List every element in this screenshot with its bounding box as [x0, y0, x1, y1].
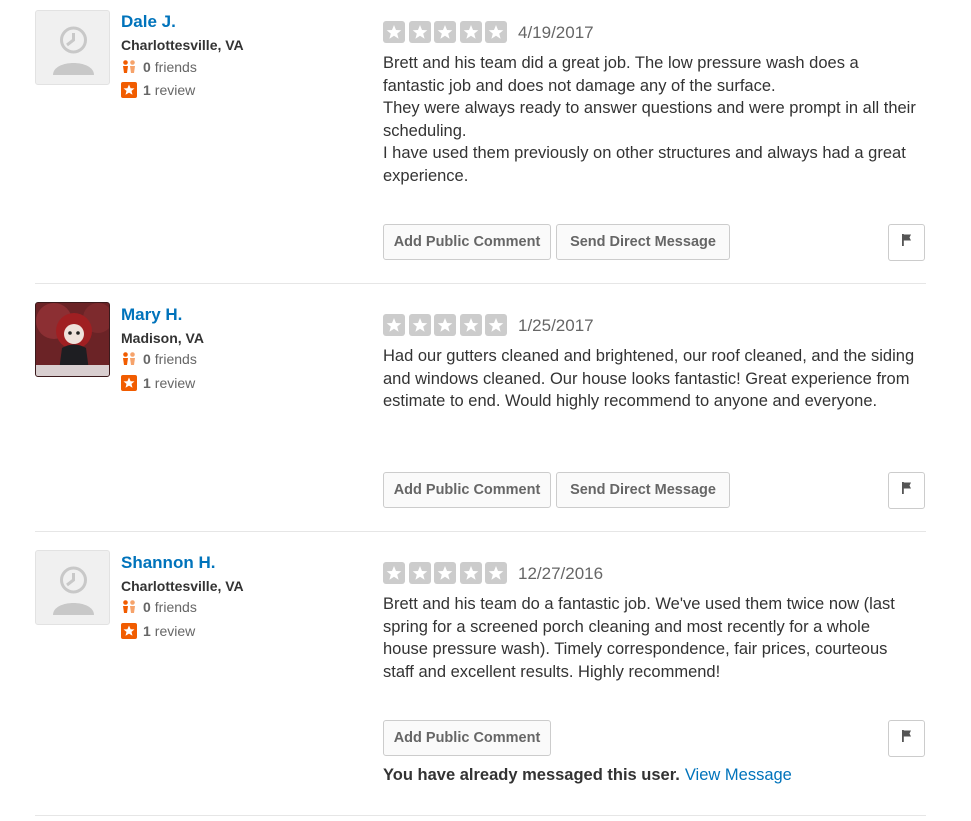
friends-count: 0 friends	[121, 351, 197, 367]
star-icon	[408, 314, 431, 336]
add-public-comment-button[interactable]: Add Public Comment	[383, 472, 551, 508]
star-icon	[485, 314, 507, 336]
review-text: Brett and his team do a fantastic job. W…	[383, 595, 895, 681]
flag-icon	[900, 233, 914, 252]
review-count: 1 review	[121, 375, 195, 391]
doll-photo-avatar[interactable]	[35, 302, 110, 377]
review-star-icon	[121, 82, 137, 98]
review-star-icon	[121, 375, 137, 391]
send-direct-message-button[interactable]: Send Direct Message	[556, 472, 730, 508]
review-date: 12/27/2016	[518, 564, 604, 583]
star-icon	[408, 21, 431, 43]
review-count: 1 review	[121, 82, 195, 98]
star-rating	[383, 314, 511, 336]
review-divider	[35, 531, 926, 532]
default-avatar-icon[interactable]	[35, 550, 110, 625]
flag-icon	[900, 481, 914, 500]
flag-review-button[interactable]	[888, 472, 925, 509]
friends-icon	[121, 59, 137, 75]
star-icon	[459, 314, 482, 336]
user-name-link[interactable]: Mary H.	[121, 305, 182, 325]
friends-icon	[121, 599, 137, 615]
star-icon	[434, 562, 456, 584]
review-text: Brett and his team did a great job. The …	[383, 54, 916, 185]
user-name-link[interactable]: Shannon H.	[121, 553, 215, 573]
star-icon	[434, 314, 456, 336]
star-rating	[383, 562, 511, 584]
star-icon	[383, 314, 405, 336]
default-avatar-icon[interactable]	[35, 10, 110, 85]
already-messaged-notice: You have already messaged this user. View…	[383, 766, 792, 785]
review-date: 1/25/2017	[518, 316, 594, 335]
send-direct-message-button[interactable]: Send Direct Message	[556, 224, 730, 260]
flag-icon	[900, 729, 914, 748]
user-name-link[interactable]: Dale J.	[121, 12, 176, 32]
user-location: Charlottesville, VA	[121, 37, 244, 53]
star-icon	[459, 562, 482, 584]
review-divider	[35, 283, 926, 284]
friends-count: 0 friends	[121, 59, 197, 75]
friends-count: 0 friends	[121, 599, 197, 615]
flag-review-button[interactable]	[888, 720, 925, 757]
review-star-icon	[121, 623, 137, 639]
star-icon	[485, 21, 507, 43]
star-rating	[383, 21, 511, 43]
star-icon	[383, 21, 405, 43]
friends-icon	[121, 351, 137, 367]
add-public-comment-button[interactable]: Add Public Comment	[383, 224, 551, 260]
view-message-link[interactable]: View Message	[685, 766, 792, 784]
review-divider	[35, 815, 926, 816]
review-count: 1 review	[121, 623, 195, 639]
user-location: Charlottesville, VA	[121, 578, 244, 594]
star-icon	[434, 21, 456, 43]
review-text: Had our gutters cleaned and brightened, …	[383, 347, 915, 410]
user-location: Madison, VA	[121, 330, 204, 346]
star-icon	[383, 562, 405, 584]
star-icon	[408, 562, 431, 584]
flag-review-button[interactable]	[888, 224, 925, 261]
star-icon	[485, 562, 507, 584]
already-messaged-text: You have already messaged this user.	[383, 766, 680, 784]
review-date: 4/19/2017	[518, 23, 594, 42]
star-icon	[459, 21, 482, 43]
add-public-comment-button[interactable]: Add Public Comment	[383, 720, 551, 756]
